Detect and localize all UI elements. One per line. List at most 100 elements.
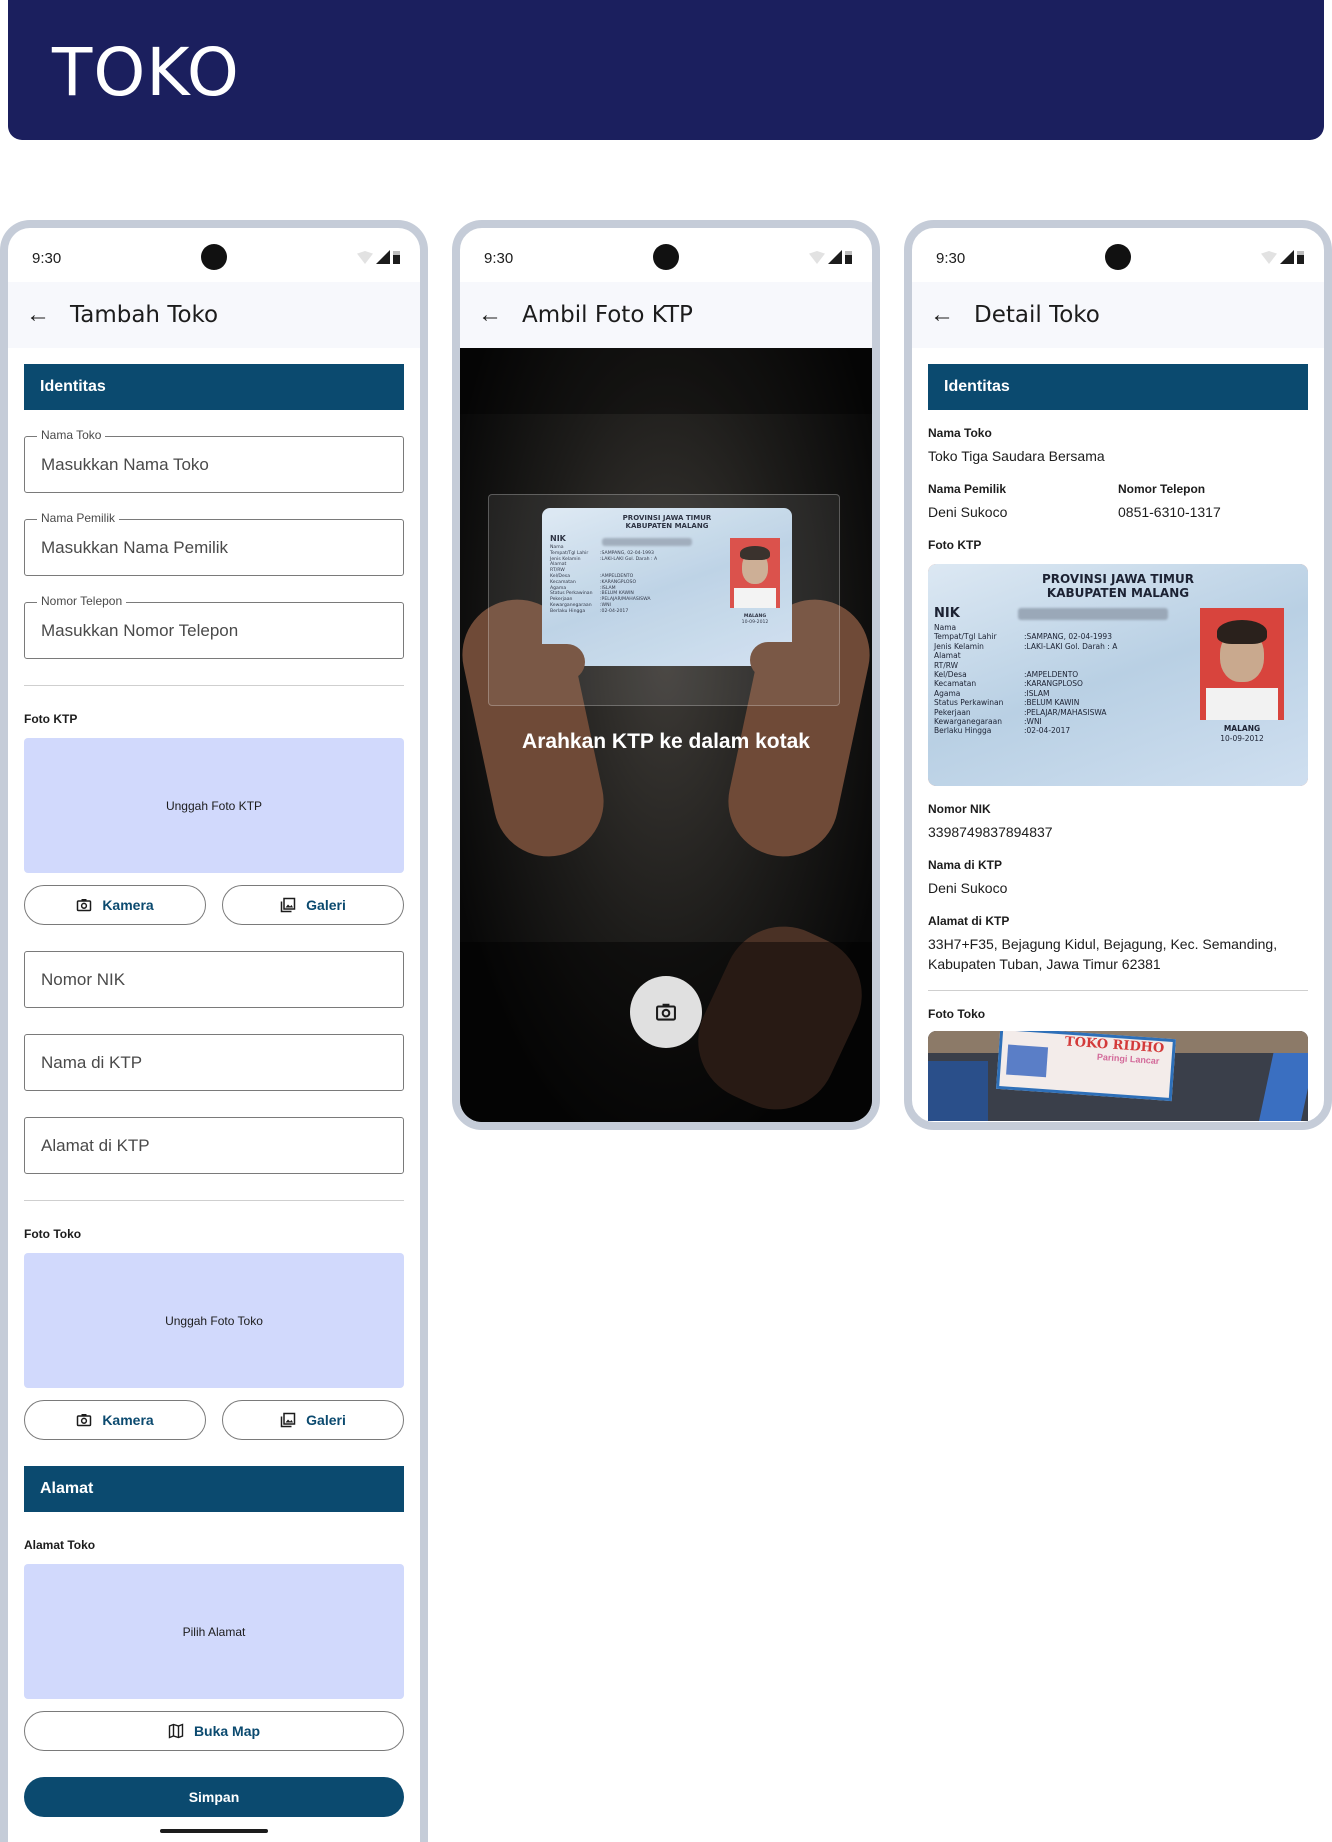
ktp-row-value: :AMPELDENTO [1024,670,1079,680]
simpan-button[interactable]: Simpan [24,1777,404,1817]
alamat-ktp-label: Alamat di KTP [928,914,1010,928]
ktp-row-value: :WNI [1024,717,1042,727]
back-arrow-icon[interactable]: ← [930,301,958,329]
phone-detail-toko: 9:30 ← Detail Toko Identitas Nama Toko T… [904,220,1332,1130]
divider [24,685,404,686]
ktp-row-key: Nama [934,623,957,632]
ktp-row-key: Pekerjaan [934,707,971,717]
nama-ktp-field[interactable]: Nama di KTP [24,1034,404,1091]
signal-icon [1280,250,1294,264]
ktp-blurred-nik [1018,608,1168,620]
ktp-capture-frame [488,494,840,706]
shop-sign-board: TOKO RIDHO Paringi Lancar [996,1031,1176,1102]
nomor-nik-label: Nomor NIK [928,802,991,816]
page: TOKO 9:30 ← Tambah Toko Identitas Nama T… [0,0,1332,1842]
ktp-photo[interactable]: PROVINSI JAWA TIMUR KABUPATEN MALANG NIK… [928,564,1308,786]
page-title: Ambil Foto KTP [522,302,693,328]
nomor-telepon-label: Nomor Telepon [1118,482,1206,496]
ktp-issued-date: 10-09-2012 [1220,734,1264,743]
buka-map-button[interactable]: Buka Map [24,1711,404,1751]
nama-toko-placeholder: Masukkan Nama Toko [41,454,209,474]
alamat-ktp-value: 33H7+F35, Bejagung Kidul, Bejagung, Kec.… [928,936,1278,972]
nama-ktp-placeholder: Nama di KTP [41,1052,143,1072]
nama-toko-label: Nama Toko [37,428,106,442]
ktp-issued-place: MALANG [1223,724,1261,733]
wifi-icon [809,251,825,264]
home-indicator [160,1829,268,1833]
phone-tambah-toko: 9:30 ← Tambah Toko Identitas Nama Toko M… [0,220,428,1842]
toko-photo-buttons: Kamera Galeri [24,1400,404,1440]
shop-photo[interactable]: TOKO RIDHO Paringi Lancar [928,1031,1308,1121]
nama-pemilik-label: Nama Pemilik [37,511,120,525]
foto-ktp-label: Foto KTP [24,712,78,726]
map-icon [168,1723,184,1739]
phone-column: Nomor Telepon 0851-6310-1317 [1118,466,1308,522]
toko-camera-button[interactable]: Kamera [24,1400,206,1440]
buka-map-label: Buka Map [193,1723,261,1739]
ktp-row-key: Berlaku Hingga [934,726,992,736]
ktp-hair [1217,620,1267,644]
nomor-telepon-value: 0851-6310-1317 [1118,504,1221,520]
nama-toko-value: Toko Tiga Saudara Bersama [928,448,1105,464]
section-alamat: Alamat [24,1466,404,1512]
signal-icon [828,250,842,264]
status-time: 9:30 [936,250,966,267]
ktp-row-key: Kel/Desa [934,670,967,680]
status-icons [357,250,400,264]
alamat-ktp-field[interactable]: Alamat di KTP [24,1117,404,1174]
ktp-gallery-button[interactable]: Galeri [222,885,404,925]
ktp-camera-button[interactable]: Kamera [24,885,206,925]
foto-ktp-label: Foto KTP [928,538,982,552]
owner-phone-row: Nama Pemilik Deni Sukoco Nomor Telepon 0… [928,466,1308,522]
ktp-row-value: :PELAJAR/MAHASISWA [1024,707,1107,717]
toko-gallery-button[interactable]: Galeri [222,1400,404,1440]
camera-cutout [201,244,227,270]
toko-gallery-label: Galeri [306,1412,346,1428]
ktp-photo-buttons: Kamera Galeri [24,885,404,925]
upload-ktp-box[interactable]: Unggah Foto KTP [24,738,404,873]
nama-pemilik-placeholder: Masukkan Nama Pemilik [41,537,229,557]
toko-camera-label: Kamera [102,1412,154,1428]
battery-icon [845,251,852,264]
nama-ktp-value: Deni Sukoco [928,880,1008,896]
camera-viewfinder[interactable]: PROVINSI JAWA TIMUR KABUPATEN MALANG NIK… [460,348,872,1122]
page-title: Detail Toko [974,302,1100,328]
ktp-row-value: :KARANGPLOSO [1024,679,1083,689]
divider [928,990,1308,991]
divider [24,1200,404,1201]
nama-toko-field[interactable]: Nama Toko Masukkan Nama Toko [24,428,404,493]
app-bar: ← Tambah Toko [8,282,420,348]
foto-toko-label: Foto Toko [24,1227,82,1241]
form-content: Identitas Nama Toko Masukkan Nama Toko N… [8,348,420,1833]
title-banner: TOKO [8,0,1324,140]
nama-ktp-label: Nama di KTP [928,858,1003,872]
alamat-ktp-placeholder: Alamat di KTP [41,1135,150,1155]
status-icons [1261,250,1304,264]
ktp-gallery-label: Galeri [306,897,346,913]
ktp-row-key: Status Perkawinan [934,698,1004,708]
nama-pemilik-field[interactable]: Nama Pemilik Masukkan Nama Pemilik [24,511,404,576]
nomor-nik-placeholder: Nomor NIK [41,969,126,989]
camera-cutout [653,244,679,270]
ktp-province: PROVINSI JAWA TIMUR [1042,572,1194,586]
ktp-row-value: :02-04-2017 [1024,726,1071,736]
ktp-row-value: :SAMPANG, 02-04-1993 [1024,632,1112,642]
ktp-row-key: Alamat [934,651,961,661]
ktp-row-key: Jenis Kelamin [934,641,984,651]
nomor-telepon-field[interactable]: Nomor Telepon Masukkan Nomor Telepon [24,594,404,659]
phone-ambil-foto-ktp: 9:30 ← Ambil Foto KTP PROVINSI JAWA TIMU… [452,220,880,1130]
alamat-toko-label: Alamat Toko [24,1538,96,1552]
upload-toko-box[interactable]: Unggah Foto Toko [24,1253,404,1388]
status-icons [809,250,852,264]
nomor-nik-field[interactable]: Nomor NIK [24,951,404,1008]
pilih-alamat-box[interactable]: Pilih Alamat [24,1564,404,1699]
back-arrow-icon[interactable]: ← [26,301,54,329]
nama-pemilik-label: Nama Pemilik [928,482,1007,496]
nama-toko-label: Nama Toko [928,426,992,440]
back-arrow-icon[interactable]: ← [478,301,506,329]
shutter-button[interactable] [630,976,702,1048]
camera-icon [656,1003,676,1021]
section-identitas: Identitas [928,364,1308,410]
capture-hint: Arahkan KTP ke dalam kotak [522,730,810,753]
signal-icon [376,250,390,264]
